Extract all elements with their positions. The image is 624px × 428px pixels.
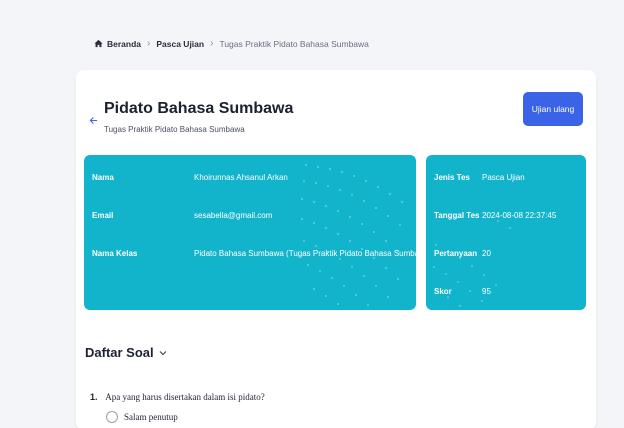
radio-button[interactable] (106, 411, 118, 423)
question-text: Apa yang harus disertakan dalam isi pida… (105, 392, 265, 402)
chevron-right-icon: › (147, 38, 151, 49)
question-number: 1. (90, 392, 98, 402)
test-info-panel: Jenis Tes Pasca Ujian Tanggal Tes 2024-0… (426, 155, 586, 310)
page-subtitle: Tugas Praktik Pidato Bahasa Sumbawa (104, 125, 245, 134)
student-info-panel: Nama Khoirunnas Ahsanul Arkan Email sesa… (84, 155, 416, 310)
result-card: Pidato Bahasa Sumbawa Tugas Praktik Pida… (76, 70, 596, 428)
questions-count-value: 20 (482, 249, 491, 258)
answer-option[interactable]: Salam penutup (106, 411, 178, 423)
score-value: 95 (482, 287, 491, 296)
questions-count-label: Pertanyaan (434, 249, 478, 258)
test-date-value: 2024-08-08 22:37:45 (482, 211, 557, 220)
dot-pattern-decoration (301, 164, 403, 306)
class-name-value: Pidato Bahasa Sumbawa (Tugas Praktik Pid… (194, 249, 416, 258)
retry-exam-button[interactable]: Ujian ulang (523, 92, 583, 126)
name-value: Khoirunnas Ahsanul Arkan (194, 173, 288, 182)
page-title: Pidato Bahasa Sumbawa (104, 100, 294, 117)
test-type-value: Pasca Ujian (482, 173, 525, 182)
back-arrow-icon[interactable] (88, 115, 98, 125)
breadcrumb-item-post-exam[interactable]: Pasca Ujian (156, 39, 204, 49)
chevron-down-icon (159, 350, 167, 356)
email-value: sesabella@gmail.com (194, 211, 273, 220)
question-list-toggle[interactable]: Daftar Soal (85, 345, 167, 360)
email-label: Email (92, 211, 114, 220)
breadcrumb-item-current: Tugas Praktik Pidato Bahasa Sumbawa (219, 38, 369, 49)
score-label: Skor (434, 287, 452, 296)
home-icon[interactable] (94, 39, 103, 48)
breadcrumb-item-home[interactable]: Beranda (107, 39, 141, 49)
name-label: Nama (92, 173, 114, 182)
test-date-label: Tanggal Tes (434, 211, 480, 220)
section-title: Daftar Soal (85, 345, 154, 360)
question-item: 1. Apa yang harus disertakan dalam isi p… (90, 392, 265, 402)
test-type-label: Jenis Tes (434, 173, 470, 182)
answer-option-label: Salam penutup (124, 412, 178, 422)
chevron-right-icon: › (210, 38, 214, 49)
class-name-label: Nama Kelas (92, 249, 138, 258)
breadcrumb: Beranda › Pasca Ujian › Tugas Praktik Pi… (94, 38, 369, 49)
